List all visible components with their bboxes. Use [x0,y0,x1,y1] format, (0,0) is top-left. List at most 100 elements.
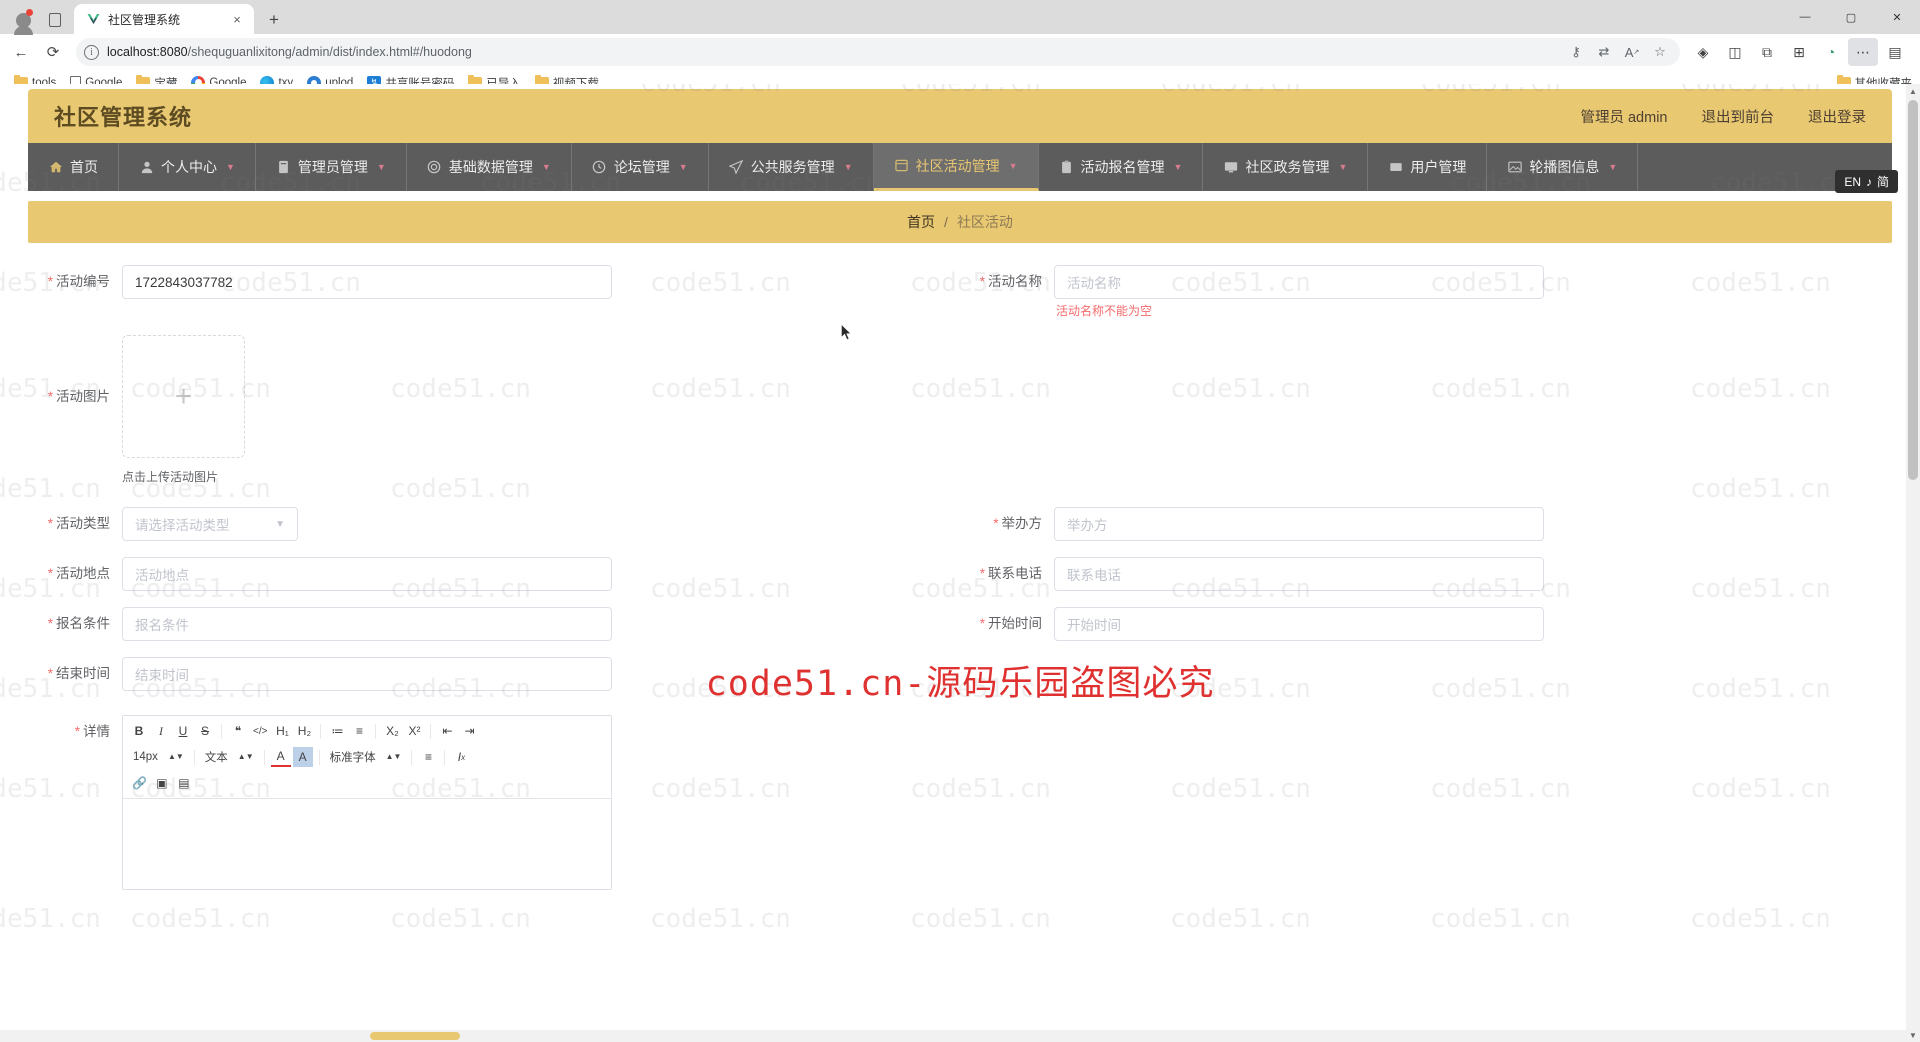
sidebar-toggle-icon[interactable]: ▤ [1880,38,1910,66]
field-activity-name: * 活动名称 活动名称 活动名称不能为空 [960,265,1892,319]
minimize-button[interactable]: — [1782,0,1828,34]
font-size-select[interactable]: 14px ▲▼ [129,747,188,767]
ime-language-badge[interactable]: EN ♪ 简 [1835,170,1898,193]
scroll-up-arrow[interactable]: ▲ [1906,84,1920,98]
end-time-input[interactable]: 结束时间 [122,657,612,691]
form-row: * 活动类型 请选择活动类型 ▼ * 举办方 举办方 [28,507,1892,541]
nav-item-user-management[interactable]: 用户管理 [1368,143,1488,191]
activity-name-error: 活动名称不能为空 [1056,304,1153,318]
condition-input[interactable]: 报名条件 [122,607,612,641]
code-block-button[interactable]: </> [250,721,270,741]
text-style-select[interactable]: 文本 ▲▼ [201,747,258,767]
phone-input[interactable]: 联系电话 [1054,557,1544,591]
breadcrumb-root[interactable]: 首页 [907,212,935,232]
browser-tab[interactable]: 社区管理系统 × [74,4,254,34]
divider [430,723,432,739]
reload-icon[interactable]: ⟳ [38,38,68,66]
logout-link[interactable]: 退出登录 [1808,106,1866,127]
underline-button[interactable]: U [173,721,193,741]
horizontal-scrollbar[interactable] [0,1030,1906,1042]
nav-label: 首页 [70,159,98,175]
bold-button[interactable]: B [129,721,149,741]
image-icon[interactable]: ▣ [152,773,172,793]
nav-item-activity-registration[interactable]: 活动报名管理 ▼ [1039,143,1204,191]
subscript-button[interactable]: X₂ [382,721,402,741]
key-icon[interactable]: ⚷ [1564,40,1588,64]
field-label: * 活动地点 [47,566,110,581]
editor-content-area[interactable] [123,799,611,889]
watermark: code51.cn [650,904,791,934]
nav-item-community-activity[interactable]: 社区活动管理 ▼ [873,143,1039,191]
font-family-select[interactable]: 标准字体 ▲▼ [326,747,406,767]
profile-button[interactable] [6,6,40,35]
nav-item-home[interactable]: 首页 [28,143,119,191]
chevron-down-icon: ▼ [376,162,386,172]
highlight-icon[interactable]: A [292,747,313,767]
outdent-button[interactable]: ⇤ [437,721,457,741]
heading1-button[interactable]: H₁ [272,721,292,741]
blockquote-button[interactable]: ❝ [228,721,248,741]
nav-item-community-affairs[interactable]: 社区政务管理 ▼ [1203,143,1369,191]
nav-item-personal-center[interactable]: 个人中心 ▼ [119,143,256,191]
activity-name-input[interactable]: 活动名称 [1054,265,1544,299]
watermark: code51.cn [1690,904,1831,934]
nav-item-basic-data[interactable]: 基础数据管理 ▼ [407,143,572,191]
link-icon[interactable]: 🔗 [129,773,150,793]
nav-item-public-service[interactable]: 公共服务管理 ▼ [709,143,874,191]
collections-icon[interactable]: ⧉ [1752,38,1782,66]
rich-text-editor[interactable]: B I U S ❝ </> H₁ H₂ ≔ ≡ X₂ X² ⇤ ⇥ 14px ▲… [122,715,612,890]
required-marker: * [74,724,80,739]
nav-label: 用户管理 [1410,159,1467,175]
location-input[interactable]: 活动地点 [122,557,612,591]
align-icon[interactable]: ≡ [418,747,438,767]
tab-list-button[interactable] [40,6,70,34]
site-info-icon[interactable]: i [84,44,99,60]
favorite-star-icon[interactable]: ☆ [1648,40,1672,64]
new-tab-button[interactable]: + [260,6,288,34]
breadcrumb-current[interactable]: 社区活动 [957,212,1013,232]
italic-button[interactable]: I [151,721,171,741]
nav-item-forum[interactable]: 论坛管理 ▼ [572,143,709,191]
form-row: * 活动图片 + 点击上传活动图片 [28,335,1892,485]
heading2-button[interactable]: H₂ [294,721,314,741]
mouse-cursor [840,323,853,341]
vertical-scrollbar[interactable]: ▲ ▼ [1906,84,1920,1042]
field-detail: * 详情 B I U S ❝ </> H₁ H₂ ≔ ≡ X₂ X² ⇤ ⇥ 1… [28,715,960,890]
read-aloud-icon[interactable]: A ↗ [1620,40,1644,64]
copilot-icon[interactable]: ◈ [1688,38,1718,66]
video-icon[interactable]: ▤ [174,773,194,793]
settings-more-icon[interactable]: ⋯ [1848,38,1878,66]
superscript-button[interactable]: X² [404,721,424,741]
nav-label: 轮播图信息 [1529,159,1600,175]
profile-notification-dot [26,9,33,16]
horizontal-scroll-thumb[interactable] [370,1032,460,1040]
nav-item-carousel-info[interactable]: 轮播图信息 ▼ [1487,143,1639,191]
close-window-button[interactable]: ✕ [1874,0,1920,34]
browser-essentials-icon[interactable]: ◔ [1816,38,1846,66]
vertical-scroll-thumb[interactable] [1908,100,1918,480]
image-upload-button[interactable]: + [122,335,245,458]
split-screen-icon[interactable]: ◫ [1720,38,1750,66]
clipboard-icon [1059,160,1074,175]
back-icon[interactable]: ← [6,38,36,66]
activity-type-select[interactable]: 请选择活动类型 ▼ [122,507,298,541]
strikethrough-button[interactable]: S [195,721,215,741]
activity-no-input[interactable]: 1722843037782 [122,265,612,299]
nav-label: 个人中心 [161,159,217,175]
scroll-down-arrow[interactable]: ▼ [1906,1028,1920,1042]
clear-format-icon[interactable]: Ix [451,747,471,767]
bullet-list-button[interactable]: ≡ [349,721,369,741]
favorites-icon[interactable]: ⊞ [1784,38,1814,66]
exit-to-frontend-link[interactable]: 退出到前台 [1702,106,1775,127]
chevron-down-icon: ▼ [226,162,235,172]
indent-button[interactable]: ⇥ [459,721,479,741]
address-bar[interactable]: i localhost:8080/shequguanlixitong/admin… [76,38,1680,66]
translate-icon[interactable]: ⇄ [1592,40,1616,64]
nav-item-admin-management[interactable]: 管理员管理 ▼ [256,143,407,191]
close-icon[interactable]: × [228,10,246,28]
start-time-input[interactable]: 开始时间 [1054,607,1544,641]
maximize-button[interactable]: ▢ [1828,0,1874,34]
text-color-icon[interactable]: A [270,747,291,767]
ordered-list-button[interactable]: ≔ [327,721,347,741]
organizer-input[interactable]: 举办方 [1054,507,1544,541]
